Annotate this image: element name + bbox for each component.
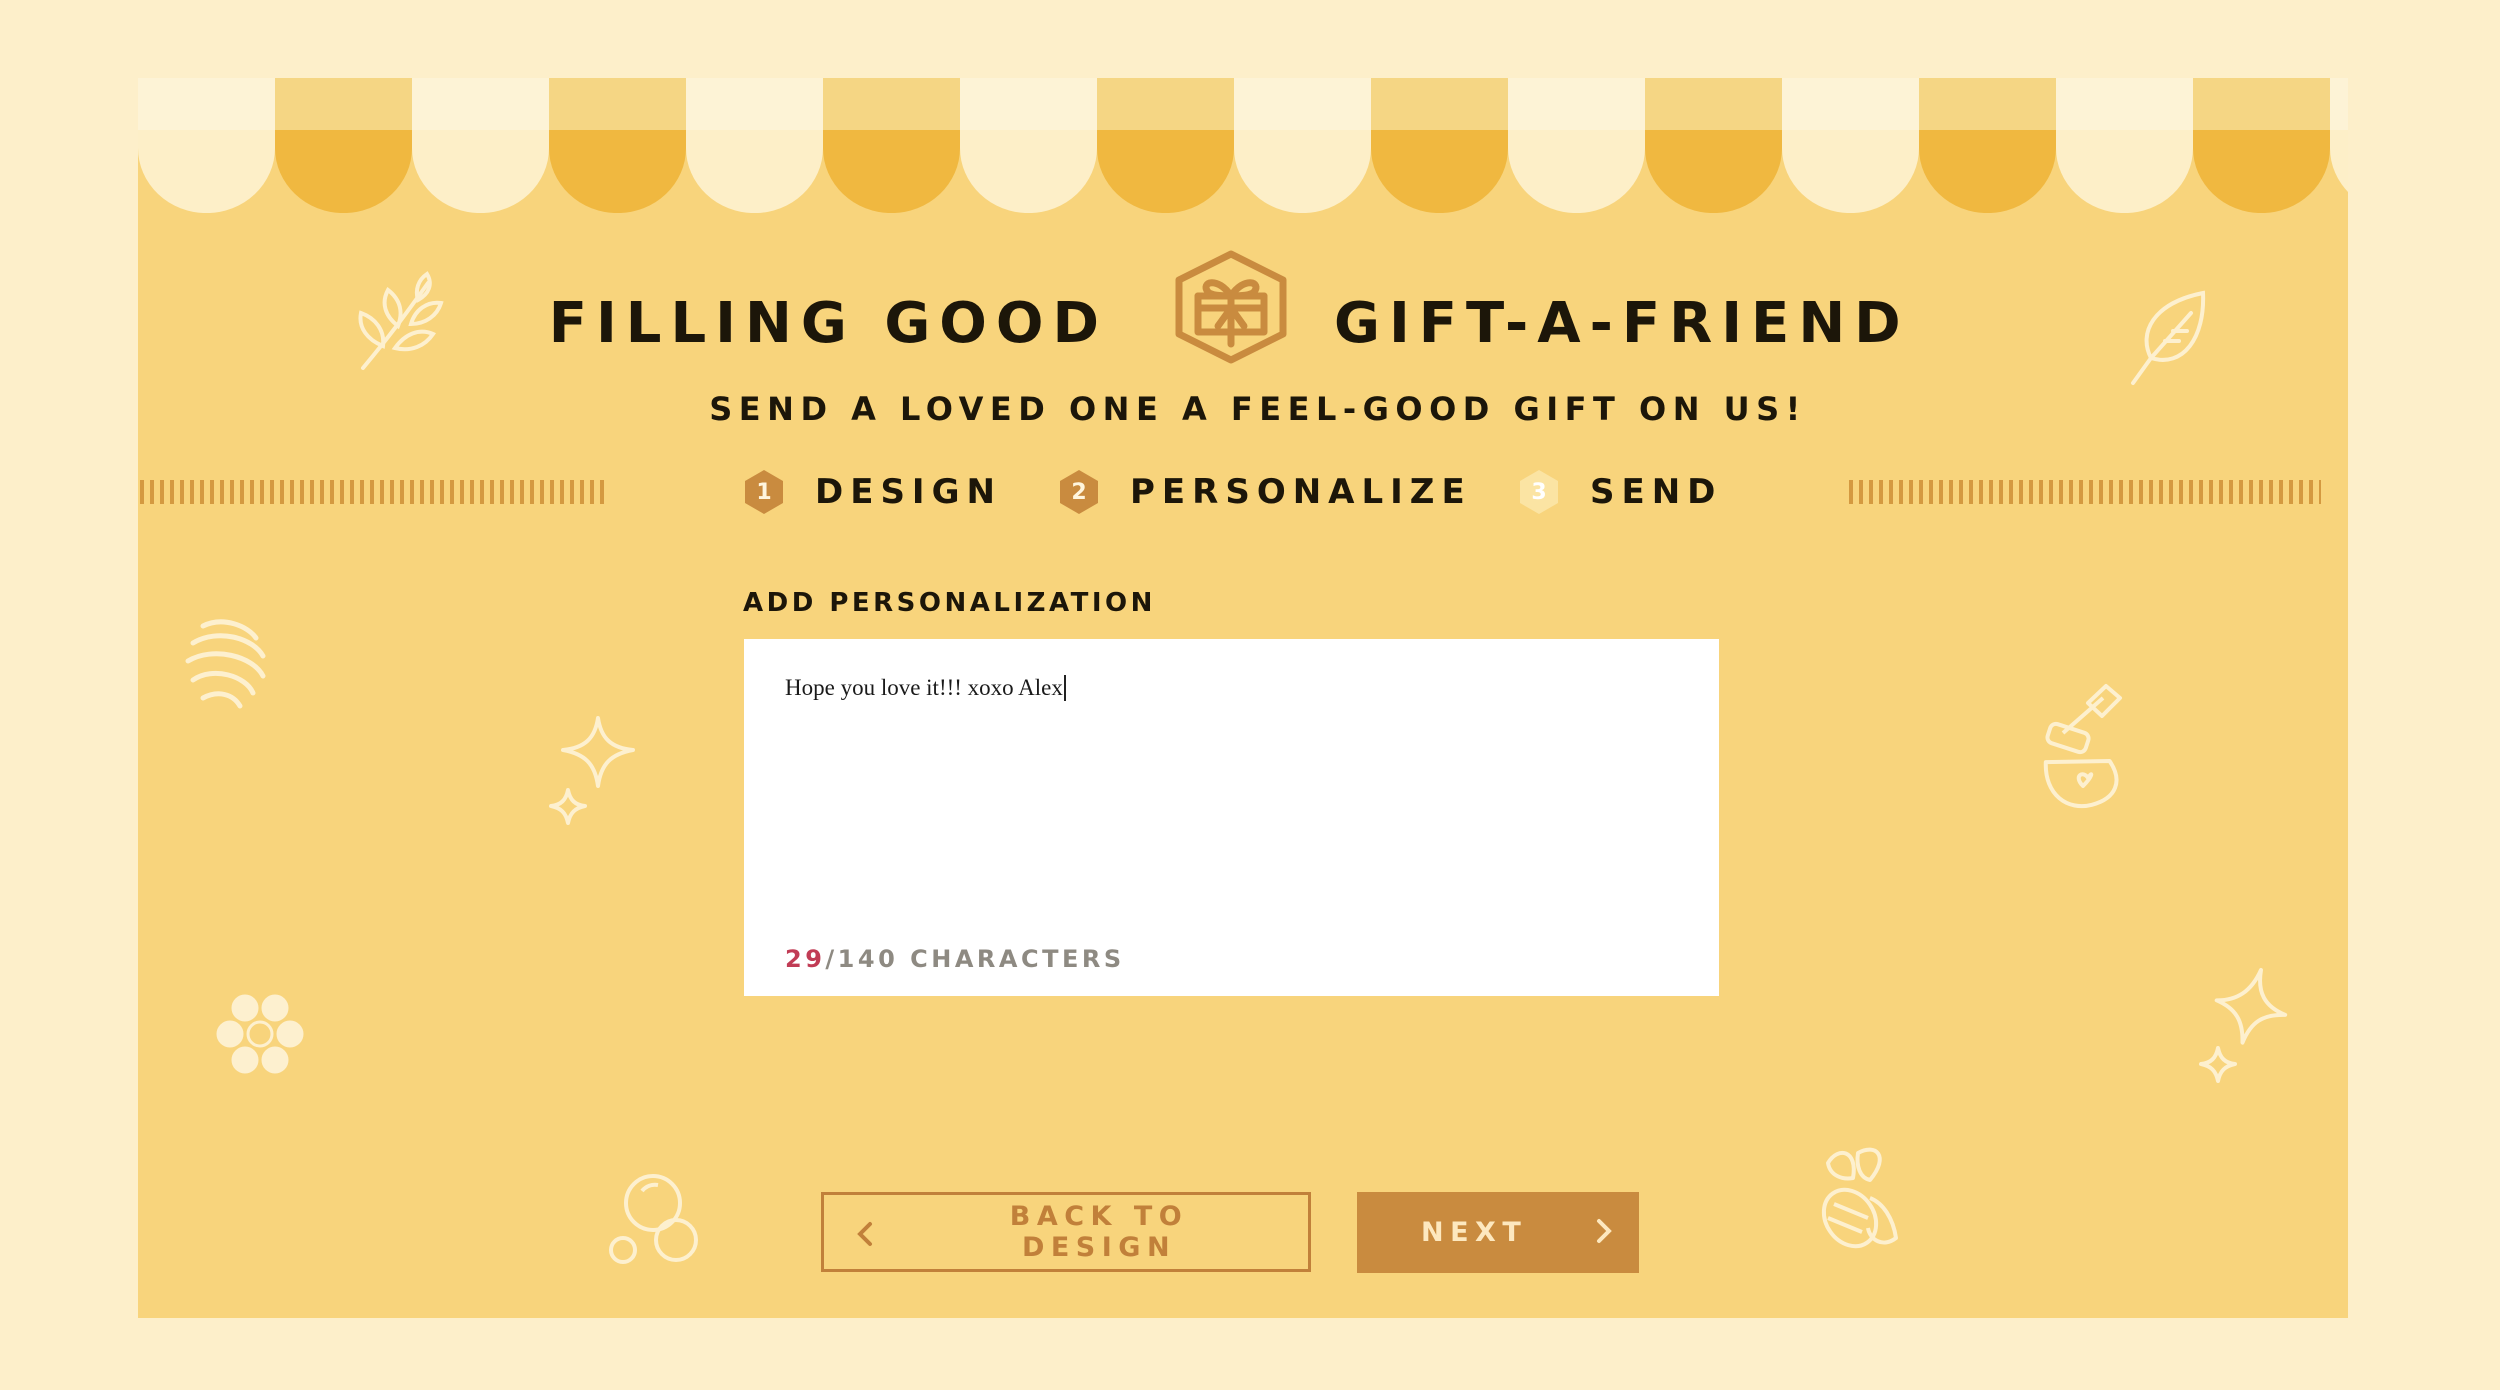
back-to-design-button[interactable]: BACK TO DESIGN bbox=[821, 1192, 1311, 1272]
step-design[interactable]: 1 DESIGN bbox=[743, 466, 1002, 518]
awning-stripe-top bbox=[2056, 78, 2193, 130]
title-filling-good: FILLING GOOD bbox=[548, 290, 1108, 356]
awning-scallop bbox=[1508, 130, 1645, 213]
add-personalization-label: ADD PERSONALIZATION bbox=[743, 588, 1156, 618]
awning-scallop bbox=[2056, 130, 2193, 213]
step-label: SEND bbox=[1590, 472, 1723, 512]
gift-box-hexagon-icon bbox=[1175, 250, 1287, 364]
chevron-right-icon bbox=[1597, 1219, 1612, 1243]
honeycomb-icon bbox=[216, 994, 304, 1074]
awning-stripe-top bbox=[1782, 78, 1919, 130]
personalization-message-input[interactable]: Hope you love it!!! xoxo Alex 29/140 CHA… bbox=[744, 639, 1719, 996]
awning-stripe-top bbox=[412, 78, 549, 130]
character-count: 29 bbox=[785, 945, 826, 973]
awning-scallop bbox=[1782, 130, 1919, 213]
awning-scallop bbox=[275, 130, 412, 213]
honey-jar-icon bbox=[2043, 684, 2122, 809]
character-counter: 29/140 CHARACTERS bbox=[785, 945, 1125, 973]
title-gift-a-friend: GIFT-A-FRIEND bbox=[1334, 290, 1910, 356]
awning-stripe-top bbox=[686, 78, 823, 130]
sparkle-icon bbox=[2199, 967, 2288, 1083]
sprig-icon bbox=[358, 271, 444, 370]
honey-dipper-icon bbox=[185, 619, 266, 709]
awning-scallop bbox=[412, 130, 549, 213]
character-limit: /140 CHARACTERS bbox=[825, 945, 1125, 973]
message-text: Hope you love it!!! xoxo Alex bbox=[785, 675, 1066, 701]
gift-page-panel: FILLING GOOD GIFT-A-FRIEND SEND A LOVED … bbox=[138, 78, 2348, 1318]
awning-scallop bbox=[686, 130, 823, 213]
awning-stripe-top bbox=[1371, 78, 1508, 130]
awning-stripe-top bbox=[823, 78, 960, 130]
divider-ticks-right bbox=[1849, 480, 2321, 504]
awning-stripe-top bbox=[2330, 78, 2348, 130]
awning-scallop bbox=[549, 130, 686, 213]
awning-stripe-top bbox=[1508, 78, 1645, 130]
awning-stripe-top bbox=[2193, 78, 2330, 130]
awning-scallop bbox=[1919, 130, 2056, 213]
step-send[interactable]: 3 SEND bbox=[1518, 466, 1722, 518]
awning-stripe-top bbox=[1097, 78, 1234, 130]
step-personalize[interactable]: 2 PERSONALIZE bbox=[1058, 466, 1472, 518]
scalloped-awning bbox=[138, 78, 2348, 213]
leaf-icon bbox=[2131, 290, 2206, 385]
chevron-left-icon bbox=[857, 1222, 872, 1246]
back-button-label: BACK TO DESIGN bbox=[1009, 1201, 1189, 1263]
awning-stripe-top bbox=[138, 78, 275, 130]
awning-stripe-top bbox=[549, 78, 686, 130]
awning-stripe-top bbox=[960, 78, 1097, 130]
awning-scallop bbox=[1371, 130, 1508, 213]
awning-scallop bbox=[2193, 130, 2330, 213]
awning-stripe-top bbox=[1919, 78, 2056, 130]
divider-ticks-left bbox=[140, 480, 610, 504]
step-label: DESIGN bbox=[815, 472, 1002, 512]
step-number-badge: 1 bbox=[743, 468, 785, 516]
next-button[interactable]: NEXT bbox=[1357, 1192, 1639, 1273]
awning-stripe-top bbox=[1645, 78, 1782, 130]
awning-scallop bbox=[1645, 130, 1782, 213]
awning-stripe-top bbox=[275, 78, 412, 130]
awning-scallop bbox=[1097, 130, 1234, 213]
step-number-badge: 2 bbox=[1058, 468, 1100, 516]
sparkle-icon bbox=[549, 716, 635, 825]
awning-scallop bbox=[138, 130, 275, 213]
page-subtitle: SEND A LOVED ONE A FEEL-GOOD GIFT ON US! bbox=[709, 390, 1807, 428]
bee-icon bbox=[1821, 1147, 1898, 1249]
awning-scallop bbox=[2330, 130, 2348, 192]
bubbles-icon bbox=[609, 1174, 698, 1264]
step-label: PERSONALIZE bbox=[1130, 472, 1472, 512]
awning-scallop bbox=[960, 130, 1097, 213]
awning-stripe-top bbox=[1234, 78, 1371, 130]
step-number-badge: 3 bbox=[1518, 468, 1560, 516]
next-button-label: NEXT bbox=[1421, 1217, 1528, 1248]
awning-scallop bbox=[1234, 130, 1371, 213]
awning-scallop bbox=[823, 130, 960, 213]
